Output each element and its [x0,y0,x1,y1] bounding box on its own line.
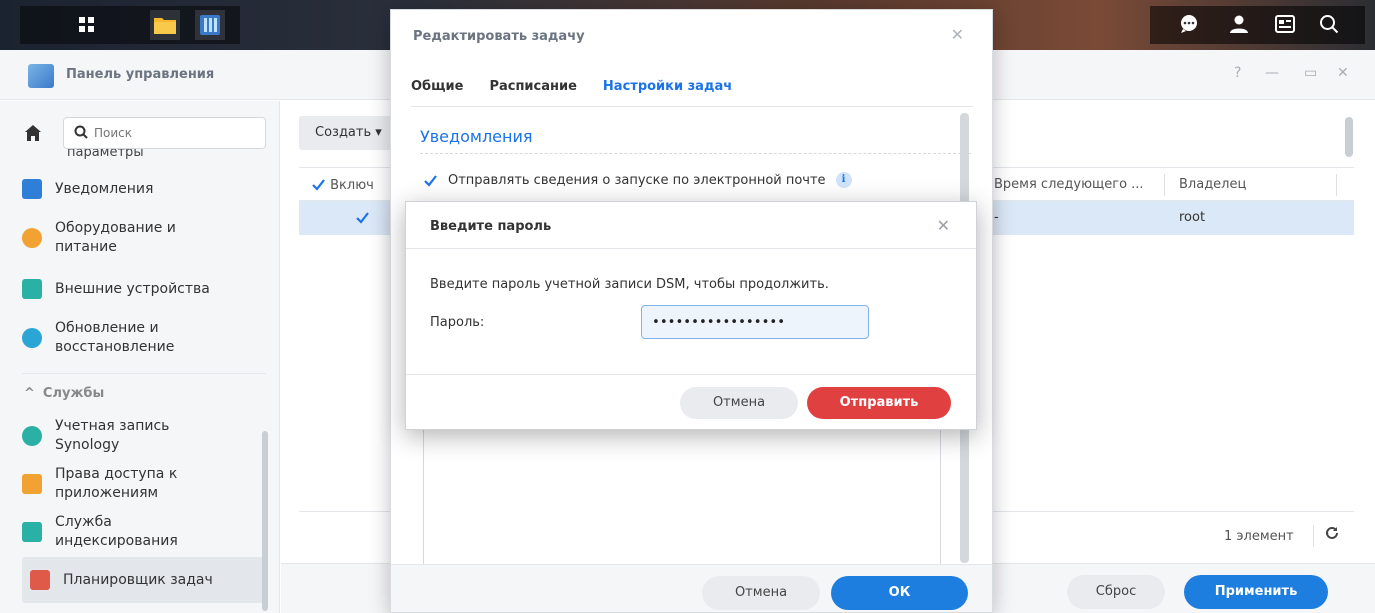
password-dialog-message: Введите пароль учетной записи DSM, чтобы… [430,277,829,292]
tabs-divider [411,106,973,107]
password-dialog: Введите пароль ✕ Введите пароль учетной … [405,201,977,430]
sidebar-item-synology-account[interactable]: Учетная запись Synology [22,417,266,455]
home-icon[interactable] [24,124,42,142]
cell-owner: root [1179,210,1206,225]
tab-schedule[interactable]: Расписание [489,76,576,106]
password-cancel-button[interactable]: Отмена [680,387,798,419]
script-editor-area[interactable] [423,410,941,565]
checkbox-icon[interactable] [423,173,438,188]
sidebar-item-app-privileges[interactable]: Права доступа к приложениям [22,465,266,503]
notifications-icon [22,179,42,199]
sidebar-item-indexing-service[interactable]: Служба индексирования [22,513,266,551]
column-next-run[interactable]: Время следующего ... [994,177,1144,192]
index-service-icon [22,522,42,542]
control-panel-title-icon [28,64,54,88]
password-dialog-divider [406,374,976,375]
sidebar-section-services[interactable]: ^ Службы [24,386,104,401]
checkbox-icon [312,179,325,191]
email-notify-option[interactable]: Отправлять сведения о запуске по электро… [423,172,852,188]
synology-account-icon [22,426,42,446]
search-input[interactable] [94,123,254,143]
close-window-icon[interactable]: ✕ [1337,65,1349,81]
file-station-icon[interactable] [150,10,180,40]
cell-next-run: - [994,210,999,225]
search-field[interactable] [63,117,266,149]
password-dialog-title: Введите пароль [430,219,552,234]
restore-icon[interactable]: ▭ [1304,65,1317,81]
control-panel-icon[interactable] [195,10,225,40]
dialog-title: Редактировать задачу [413,29,585,44]
create-button[interactable]: Создать ▾ [299,116,399,150]
section-divider [420,153,971,154]
main-scrollbar[interactable] [1345,117,1353,157]
dialog-tabs: Общие Расписание Настройки задач [411,76,758,106]
footer-separator [1313,525,1314,547]
close-icon[interactable]: ✕ [937,216,950,235]
minimize-icon[interactable]: — [1265,65,1279,81]
sidebar-item-task-scheduler[interactable]: Планировщик задач [22,557,266,603]
bulb-icon [22,228,42,248]
apply-button[interactable]: Применить [1184,575,1328,609]
item-count: 1 элемент [1224,529,1294,544]
sidebar-divider [22,373,266,374]
column-separator [1336,174,1337,196]
grid-apps-icon[interactable] [72,10,102,40]
chevron-up-icon: ^ [24,386,35,401]
user-icon[interactable] [1226,11,1252,37]
section-title-notifications: Уведомления [420,127,533,146]
sidebar-item-external-devices[interactable]: Внешние устройства [22,279,266,299]
password-field-label: Пароль: [430,315,485,330]
row-checkbox-icon[interactable] [355,210,370,225]
search-icon[interactable] [1316,11,1342,37]
calendar-icon [30,570,50,590]
sidebar-item-hardware-power[interactable]: Оборудование и питание [22,219,266,257]
dialog-ok-button[interactable]: ОК [831,576,968,610]
password-submit-button[interactable]: Отправить [807,387,951,419]
dialog-cancel-button[interactable]: Отмена [702,576,820,610]
help-icon[interactable]: ? [1234,65,1241,81]
update-icon [22,328,42,348]
tab-general[interactable]: Общие [411,76,463,106]
refresh-icon[interactable] [1325,526,1339,544]
password-input[interactable] [641,305,869,339]
close-icon[interactable]: ✕ [951,25,964,44]
sidebar: параметры Уведомления Оборудование и пит… [0,101,280,613]
search-field-icon [74,125,88,139]
column-enabled[interactable]: Включ [311,177,374,193]
widgets-icon[interactable] [1272,11,1298,37]
column-separator [1164,174,1165,196]
lock-icon [22,474,42,494]
sidebar-item-cut-label: параметры [67,149,144,159]
sidebar-item-notifications[interactable]: Уведомления [22,179,266,199]
tab-task-settings[interactable]: Настройки задач [603,76,732,106]
window-title: Панель управления [66,67,215,82]
sidebar-scrollbar[interactable] [262,431,268,611]
external-device-icon [22,279,42,299]
sidebar-item-update-restore[interactable]: Обновление и восстановление [22,319,266,357]
reset-button[interactable]: Сброс [1067,575,1165,609]
column-owner[interactable]: Владелец [1179,177,1246,192]
chat-icon[interactable] [1176,11,1202,37]
info-icon[interactable]: i [835,172,852,188]
password-dialog-divider [406,248,976,249]
